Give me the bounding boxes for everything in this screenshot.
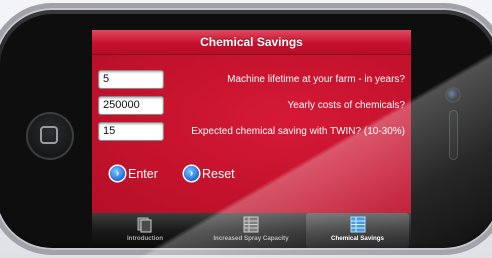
page-title: Chemical Savings xyxy=(200,35,303,49)
tab-chemical-savings[interactable]: Chemical Savings xyxy=(306,213,409,248)
tab-chemical-savings-label: Chemical Savings xyxy=(331,235,384,242)
device-stage: Chemical Savings 5 Machine lifetime at y… xyxy=(0,0,492,258)
tab-increased-spray-capacity-label: Increased Spray Capacity xyxy=(213,235,289,242)
enter-button[interactable]: › Enter xyxy=(110,166,158,181)
machine-lifetime-label: Machine lifetime at your farm - in years… xyxy=(227,74,405,85)
navigation-bar: Chemical Savings xyxy=(92,30,411,55)
spreadsheet-icon xyxy=(243,216,259,233)
reset-button[interactable]: › Reset xyxy=(184,166,235,181)
app-screen: Chemical Savings 5 Machine lifetime at y… xyxy=(92,30,411,248)
tab-increased-spray-capacity[interactable]: Increased Spray Capacity xyxy=(200,213,302,248)
speaker-grille xyxy=(449,110,458,160)
yearly-chemical-costs-label: Yearly costs of chemicals? xyxy=(287,100,405,111)
chemical-saving-input[interactable]: 15 xyxy=(98,122,164,141)
machine-lifetime-input[interactable]: 5 xyxy=(98,70,164,89)
yearly-chemical-costs-input[interactable]: 250000 xyxy=(98,96,164,115)
tab-bar: Introduction Increased Spray Capacity Ch… xyxy=(92,213,411,248)
home-button[interactable] xyxy=(26,112,74,160)
tab-introduction-label: Introduction xyxy=(126,235,164,242)
home-square-icon xyxy=(40,126,58,144)
reset-button-label: Reset xyxy=(202,166,235,181)
document-icon xyxy=(137,217,152,233)
spreadsheet-icon xyxy=(350,216,365,233)
form-area: 5 Machine lifetime at your farm - in yea… xyxy=(92,55,411,215)
chevron-right-icon: › xyxy=(110,166,125,181)
chevron-right-icon: › xyxy=(184,166,199,181)
enter-button-label: Enter xyxy=(128,166,158,181)
tab-introduction[interactable]: Introduction xyxy=(95,213,195,248)
camera-icon xyxy=(447,89,459,101)
chemical-saving-label: Expected chemical saving with TWIN? (10-… xyxy=(191,126,405,137)
